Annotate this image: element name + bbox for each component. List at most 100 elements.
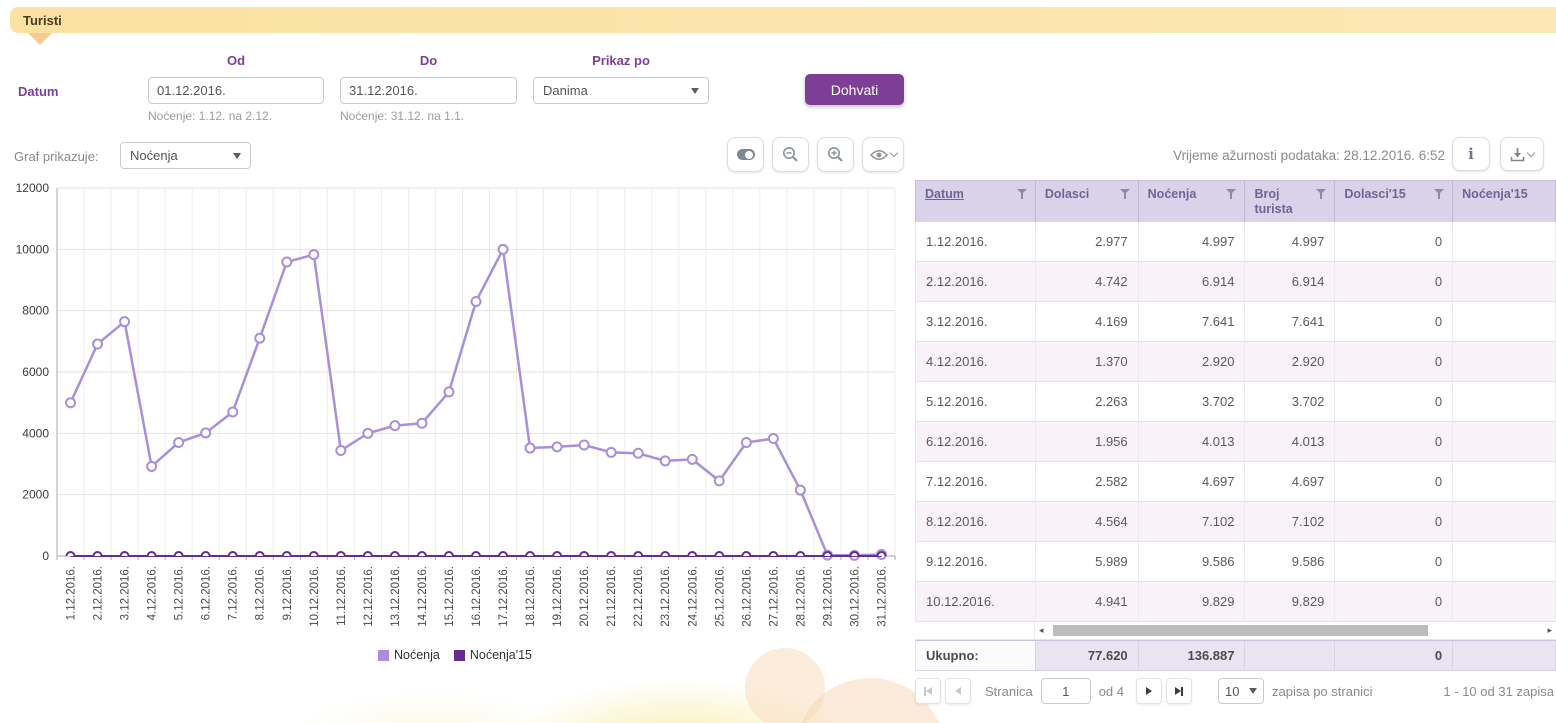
table-cell: 7.641 <box>1139 302 1246 341</box>
table-cell: 2.582 <box>1036 462 1139 501</box>
table-row[interactable]: 2.12.2016.4.7426.9146.9140 <box>916 262 1556 302</box>
info-button[interactable]: i <box>1452 137 1490 171</box>
total-cell <box>1453 641 1556 670</box>
table-cell: 4.564 <box>1036 502 1139 541</box>
svg-text:25.12.2016.: 25.12.2016. <box>714 566 726 627</box>
table-row[interactable]: 5.12.2016.2.2633.7023.7020 <box>916 382 1556 422</box>
legend-label: Noćenja <box>394 648 440 662</box>
table-row[interactable]: 7.12.2016.2.5824.6974.6970 <box>916 462 1556 502</box>
column-header-broj-turista[interactable]: Broj turista <box>1245 181 1335 222</box>
svg-text:15.12.2016.: 15.12.2016. <box>444 566 456 627</box>
page-number-input[interactable] <box>1041 678 1091 704</box>
filter-icon[interactable] <box>1017 189 1027 200</box>
table-cell: 4.997 <box>1139 222 1246 261</box>
table-row[interactable]: 10.12.2016.4.9419.8299.8290 <box>916 582 1556 622</box>
last-page-button[interactable] <box>1166 678 1192 704</box>
table-row[interactable]: 1.12.2016.2.9774.9974.9970 <box>916 222 1556 262</box>
chart-zoom-in-button[interactable] <box>817 137 854 172</box>
table-cell: 0 <box>1335 582 1453 621</box>
date-from-field <box>148 77 324 104</box>
horizontal-scrollbar: ◂ ▸ <box>915 622 1556 640</box>
column-header-label: Dolasci <box>1045 187 1089 202</box>
line-chart: 0200040006000800010000120001.12.2016.2.1… <box>0 175 910 650</box>
table-cell: 9.586 <box>1139 542 1246 581</box>
scroll-right-icon[interactable]: ▸ <box>1547 625 1552 636</box>
table-cell: 4.12.2016. <box>916 342 1036 381</box>
column-header-label: Datum <box>925 187 964 202</box>
total-cell: 136.887 <box>1139 641 1246 670</box>
table-cell <box>1453 502 1556 541</box>
table-cell: 3.12.2016. <box>916 302 1036 341</box>
column-header-datum[interactable]: Datum <box>916 181 1036 222</box>
graf-prikazuje-label: Graf prikazuje: <box>14 149 99 164</box>
table-cell: 0 <box>1335 262 1453 301</box>
filter-icon[interactable] <box>1120 189 1130 200</box>
chart-toggle-button[interactable] <box>727 137 764 172</box>
date-to-input[interactable] <box>341 78 517 103</box>
table-cell: 7.641 <box>1245 302 1335 341</box>
scroll-left-icon[interactable]: ◂ <box>1039 625 1044 636</box>
filter-icon[interactable] <box>1316 189 1326 200</box>
column-header-no-enja-15[interactable]: Noćenja'15 <box>1453 181 1556 222</box>
first-page-button[interactable] <box>915 678 941 704</box>
chart-zoom-out-button[interactable] <box>772 137 809 172</box>
prikaz-po-value: Danima <box>543 83 588 98</box>
toggle-icon <box>737 149 755 160</box>
next-page-button[interactable] <box>1136 678 1162 704</box>
legend-item[interactable]: Noćenja <box>378 648 440 662</box>
column-header-dolasci-15[interactable]: Dolasci'15 <box>1335 181 1453 222</box>
export-button[interactable] <box>1500 137 1544 171</box>
table-cell: 9.586 <box>1245 542 1335 581</box>
od-label: Od <box>148 53 324 68</box>
table-cell: 4.941 <box>1036 582 1139 621</box>
table-cell: 0 <box>1335 462 1453 501</box>
previous-page-button[interactable] <box>945 678 971 704</box>
svg-text:16.12.2016.: 16.12.2016. <box>471 566 483 627</box>
table-cell: 0 <box>1335 542 1453 581</box>
tab-turisti-label: Turisti <box>23 13 62 28</box>
scrollbar-spacer <box>915 622 1035 639</box>
total-label: Ukupno: <box>916 641 1036 670</box>
chart-visibility-button[interactable] <box>862 137 904 172</box>
chevron-down-icon <box>691 88 699 94</box>
table-cell <box>1453 462 1556 501</box>
svg-text:6000: 6000 <box>22 365 49 379</box>
graf-prikazuje-value: Noćenja <box>130 148 178 163</box>
table-cell: 3.702 <box>1139 382 1246 421</box>
table-cell <box>1453 262 1556 301</box>
filter-icon[interactable] <box>1226 189 1236 200</box>
table-cell <box>1453 582 1556 621</box>
chevron-down-icon <box>1527 148 1535 156</box>
column-header-label: Broj turista <box>1254 187 1316 217</box>
table-row[interactable]: 3.12.2016.4.1697.6417.6410 <box>916 302 1556 342</box>
table-cell <box>1453 302 1556 341</box>
dohvati-button[interactable]: Dohvati <box>805 74 904 105</box>
filter-icon[interactable] <box>1434 189 1444 200</box>
legend-item[interactable]: Noćenja'15 <box>454 648 532 662</box>
column-header-dolasci[interactable]: Dolasci <box>1036 181 1139 222</box>
table-row[interactable]: 9.12.2016.5.9899.5869.5860 <box>916 542 1556 582</box>
table-cell: 0 <box>1335 382 1453 421</box>
column-header-no-enja[interactable]: Noćenja <box>1139 181 1246 222</box>
prikaz-po-select[interactable]: Danima <box>533 77 709 104</box>
scrollbar-thumb[interactable] <box>1053 625 1428 636</box>
tab-turisti[interactable]: Turisti <box>10 7 1556 33</box>
svg-text:30.12.2016.: 30.12.2016. <box>849 566 861 627</box>
table-cell: 4.013 <box>1139 422 1246 461</box>
tab-pointer <box>28 33 52 45</box>
page-size-select[interactable]: 10 <box>1218 678 1264 704</box>
table-row[interactable]: 8.12.2016.4.5647.1027.1020 <box>916 502 1556 542</box>
date-from-input[interactable] <box>149 78 324 103</box>
table-row[interactable]: 4.12.2016.1.3702.9202.9200 <box>916 342 1556 382</box>
table-cell: 0 <box>1335 502 1453 541</box>
next-page-icon <box>1146 687 1152 695</box>
scrollbar-track[interactable]: ◂ ▸ <box>1035 622 1556 639</box>
graf-prikazuje-select[interactable]: Noćenja <box>120 142 251 169</box>
svg-text:8000: 8000 <box>22 304 49 318</box>
svg-text:24.12.2016.: 24.12.2016. <box>687 566 699 627</box>
svg-text:21.12.2016.: 21.12.2016. <box>606 566 618 627</box>
zoom-out-icon <box>782 146 799 163</box>
table-cell: 4.997 <box>1245 222 1335 261</box>
table-row[interactable]: 6.12.2016.1.9564.0134.0130 <box>916 422 1556 462</box>
table-cell <box>1453 382 1556 421</box>
